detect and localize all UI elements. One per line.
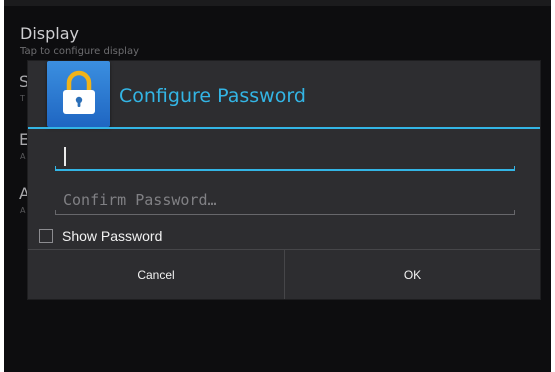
password-field[interactable] — [55, 141, 515, 171]
settings-item-title: Display — [20, 24, 79, 43]
settings-item-subtitle: Tap to configure display — [20, 46, 139, 57]
confirm-password-field[interactable] — [55, 185, 515, 215]
dialog-header: Configure Password — [28, 61, 540, 127]
settings-item-subtitle-partial: T — [20, 94, 25, 103]
show-password-label: Show Password — [62, 228, 163, 244]
header-divider — [28, 127, 540, 129]
password-input[interactable] — [55, 141, 515, 171]
field-tick — [514, 210, 515, 215]
settings-item-display[interactable]: Display Tap to configure display — [4, 24, 551, 60]
top-strip — [4, 0, 551, 6]
show-password-option[interactable]: Show Password — [39, 226, 162, 246]
text-caret — [64, 147, 66, 166]
field-tick — [514, 166, 515, 171]
field-tick — [55, 166, 56, 171]
field-underline — [55, 169, 515, 171]
settings-item-subtitle-partial: A — [20, 206, 26, 215]
settings-item-subtitle-partial: A — [20, 152, 26, 161]
lock-icon — [63, 70, 95, 114]
app-screen: Display Tap to configure display S T E A… — [4, 0, 551, 372]
cancel-button[interactable]: Cancel — [28, 250, 284, 299]
lock-tile — [47, 61, 110, 127]
confirm-password-input[interactable] — [55, 185, 515, 215]
field-tick — [55, 210, 56, 215]
configure-password-dialog: Configure Password Show Password Cancel … — [28, 61, 540, 299]
field-underline — [55, 214, 515, 215]
dialog-title: Configure Password — [119, 85, 306, 107]
show-password-checkbox[interactable] — [39, 229, 53, 243]
ok-button[interactable]: OK — [285, 250, 540, 299]
